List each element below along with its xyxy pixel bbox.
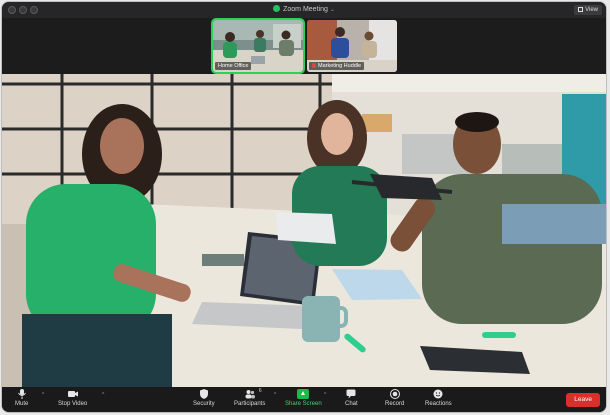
view-button[interactable]: View (574, 5, 602, 15)
shield-icon (198, 389, 210, 399)
participants-count: 6 (258, 388, 262, 394)
chat-bubble-icon (345, 389, 357, 399)
record-button[interactable]: Record (385, 389, 404, 407)
chat-button[interactable]: Chat (345, 389, 358, 407)
title-bar: Zoom Meeting ⌄ View (2, 2, 606, 18)
thumbnail-label: Home Office (215, 62, 252, 70)
video-camera-icon (67, 389, 79, 399)
grid-icon (578, 7, 584, 12)
record-icon (389, 389, 401, 399)
reactions-button[interactable]: Reactions (425, 389, 452, 407)
share-options-caret[interactable]: ^ (324, 392, 326, 398)
participants-icon: 6 (244, 388, 262, 399)
leave-button[interactable]: Leave (566, 393, 600, 407)
meeting-video-image (2, 74, 606, 387)
shield-icon (273, 5, 281, 12)
smiley-icon (432, 389, 444, 399)
security-button[interactable]: Security (193, 389, 215, 407)
mute-button[interactable]: Mute (15, 389, 28, 407)
chevron-down-icon: ⌄ (329, 7, 335, 13)
zoom-window: Zoom Meeting ⌄ View Home Office Marketin… (2, 2, 606, 412)
participants-button[interactable]: 6 Participants (234, 388, 265, 407)
thumbnail-label: Marketing Huddle (309, 62, 365, 70)
thumbnail-strip: Home Office Marketing Huddle (2, 18, 606, 74)
mic-off-icon (312, 63, 316, 68)
share-screen-icon (297, 389, 310, 399)
window-title[interactable]: Zoom Meeting ⌄ (2, 5, 606, 13)
share-screen-button[interactable]: Share Screen (285, 389, 322, 407)
mute-options-caret[interactable]: ^ (42, 392, 44, 398)
thumbnail-marketing-huddle[interactable]: Marketing Huddle (307, 20, 397, 72)
microphone-icon (16, 389, 28, 399)
video-options-caret[interactable]: ^ (102, 392, 104, 398)
thumbnail-home-office[interactable]: Home Office (211, 18, 305, 74)
main-video (2, 74, 606, 387)
stop-video-button[interactable]: Stop Video (58, 389, 87, 407)
meeting-toolbar: Mute ^ Stop Video ^ Security 6 Participa… (2, 387, 606, 412)
participants-options-caret[interactable]: ^ (274, 392, 276, 398)
